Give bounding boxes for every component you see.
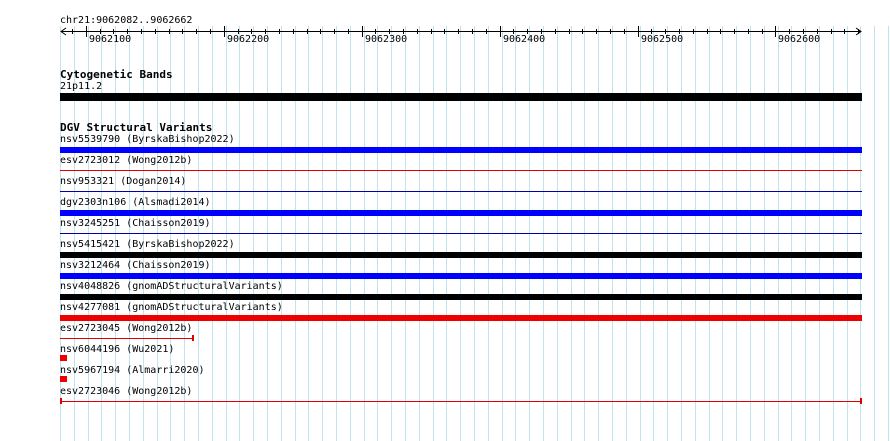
dgv-variant-label: nsv4048826 (gnomADStructuralVariants) bbox=[60, 281, 283, 292]
dgv-variant-row[interactable]: nsv4277081 (gnomADStructuralVariants) bbox=[0, 301, 890, 322]
dgv-variant-label: nsv4277081 (gnomADStructuralVariants) bbox=[60, 302, 283, 313]
ruler-tick-label: 9062100 bbox=[89, 34, 132, 45]
ruler-tick-label: 9062400 bbox=[503, 34, 546, 45]
dgv-variant-label: nsv5415421 (ByrskaBishop2022) bbox=[60, 239, 235, 250]
dgv-variant-bar[interactable] bbox=[60, 401, 862, 402]
dgv-variant-bar[interactable] bbox=[60, 170, 862, 171]
dgv-variant-row[interactable]: nsv5539790 (ByrskaBishop2022) bbox=[0, 133, 890, 154]
dgv-variant-bar[interactable] bbox=[60, 355, 67, 361]
dgv-variant-label: esv2723012 (Wong2012b) bbox=[60, 155, 193, 166]
dgv-variant-bar[interactable] bbox=[60, 210, 862, 216]
ruler-tick-label: 9062600 bbox=[778, 34, 821, 45]
ruler-tick-label: 9062300 bbox=[365, 34, 408, 45]
dgv-variant-label: esv2723046 (Wong2012b) bbox=[60, 386, 193, 397]
dgv-variant-bar[interactable] bbox=[60, 338, 194, 339]
dgv-variant-label: nsv3212464 (Chaisson2019) bbox=[60, 260, 211, 271]
ruler-tick-label: 9062200 bbox=[227, 34, 270, 45]
dgv-variant-row[interactable]: nsv3245251 (Chaisson2019) bbox=[0, 217, 890, 238]
dgv-variant-row[interactable]: esv2723012 (Wong2012b) bbox=[0, 154, 890, 175]
dgv-variant-row[interactable]: nsv3212464 (Chaisson2019) bbox=[0, 259, 890, 280]
dgv-variant-bar[interactable] bbox=[60, 191, 862, 192]
dgv-variant-bar[interactable] bbox=[60, 294, 862, 300]
dgv-variant-row[interactable]: nsv5967194 (Almarri2020) bbox=[0, 364, 890, 385]
ruler-tick-label: 9062500 bbox=[641, 34, 684, 45]
cytoband-track-title: Cytogenetic Bands bbox=[60, 68, 173, 81]
cytoband-name: 21p11.2 bbox=[60, 81, 103, 92]
dgv-variant-label: nsv3245251 (Chaisson2019) bbox=[60, 218, 211, 229]
dgv-variant-row[interactable]: nsv953321 (Dogan2014) bbox=[0, 175, 890, 196]
dgv-variant-bar[interactable] bbox=[60, 233, 862, 234]
dgv-variant-row[interactable]: dgv2303n106 (Alsmadi2014) bbox=[0, 196, 890, 217]
dgv-variant-label: nsv6044196 (Wu2021) bbox=[60, 344, 175, 355]
dgv-variant-label: nsv5967194 (Almarri2020) bbox=[60, 365, 205, 376]
dgv-variant-bar[interactable] bbox=[60, 252, 862, 258]
genome-browser-view: chr21:9062082..9062662 9062100 9062200 906… bbox=[0, 0, 890, 441]
dgv-variant-row[interactable]: nsv4048826 (gnomADStructuralVariants) bbox=[0, 280, 890, 301]
dgv-variant-bar[interactable] bbox=[60, 273, 862, 279]
dgv-variant-row[interactable]: nsv6044196 (Wu2021) bbox=[0, 343, 890, 364]
dgv-variant-row[interactable]: esv2723045 (Wong2012b) bbox=[0, 322, 890, 343]
dgv-variant-end-cap bbox=[192, 335, 194, 341]
dgv-variant-bar[interactable] bbox=[60, 315, 862, 321]
dgv-variant-row[interactable]: esv2723046 (Wong2012b) bbox=[0, 385, 890, 406]
dgv-variant-label: nsv5539790 (ByrskaBishop2022) bbox=[60, 134, 235, 145]
dgv-variant-label: dgv2303n106 (Alsmadi2014) bbox=[60, 197, 211, 208]
cytoband-bar[interactable] bbox=[60, 93, 862, 101]
dgv-variant-row[interactable]: nsv5415421 (ByrskaBishop2022) bbox=[0, 238, 890, 259]
coordinate-ruler[interactable]: 9062100 9062200 9062300 9062400 9062500 90626… bbox=[0, 0, 890, 48]
dgv-variant-label: esv2723045 (Wong2012b) bbox=[60, 323, 193, 334]
dgv-variant-label: nsv953321 (Dogan2014) bbox=[60, 176, 187, 187]
dgv-variant-bar[interactable] bbox=[60, 147, 862, 153]
cytoband-track[interactable]: Cytogenetic Bands 21p11.2 bbox=[0, 66, 890, 106]
dgv-variant-end-cap bbox=[860, 398, 862, 404]
dgv-variant-start-cap bbox=[60, 398, 62, 404]
ruler-axis bbox=[60, 26, 862, 37]
dgv-variant-bar[interactable] bbox=[60, 376, 67, 382]
